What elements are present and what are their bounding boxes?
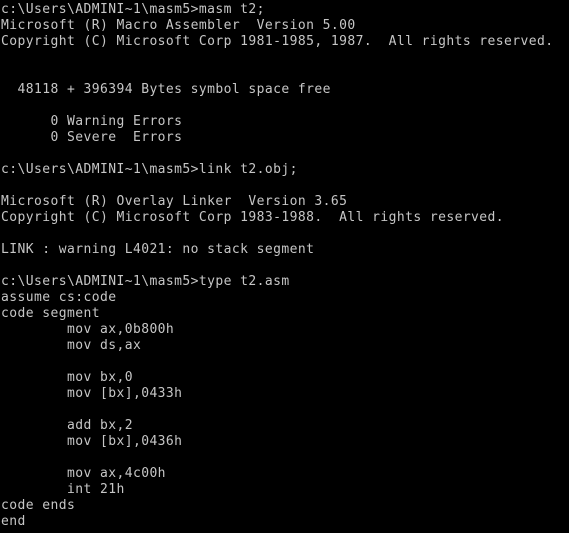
terminal-output-line: Microsoft (R) Overlay Linker Version 3.6… — [1, 194, 348, 209]
terminal-source-line: mov ax,4c00h — [1, 466, 166, 481]
terminal-output-line: Copyright (C) Microsoft Corp 1981-1985, … — [1, 34, 554, 49]
terminal-output-line: 0 Severe Errors — [1, 130, 183, 145]
console-output-area[interactable]: c:\Users\ADMINI~1\masm5>masm t2; Microsof… — [0, 0, 569, 530]
terminal-output-line: Copyright (C) Microsoft Corp 1983-1988. … — [1, 210, 505, 225]
terminal-prompt-line: c:\Users\ADMINI~1\masm5>masm t2; — [1, 2, 265, 17]
terminal-source-line: end — [1, 514, 26, 529]
terminal-source-line: mov bx,0 — [1, 370, 133, 385]
terminal-output-line: 0 Warning Errors — [1, 114, 183, 129]
terminal-source-line: mov [bx],0433h — [1, 386, 183, 401]
terminal-source-line: mov ds,ax — [1, 338, 142, 353]
terminal-source-line: int 21h — [1, 482, 125, 497]
terminal-source-line: code segment — [1, 306, 100, 321]
terminal-output-line: LINK : warning L4021: no stack segment — [1, 242, 315, 257]
terminal-prompt-line: c:\Users\ADMINI~1\masm5>link t2.obj; — [1, 162, 298, 177]
terminal-source-line: add bx,2 — [1, 418, 133, 433]
terminal-output-line: 48118 + 396394 Bytes symbol space free — [1, 82, 331, 97]
terminal-source-line: mov ax,0b800h — [1, 322, 175, 337]
terminal-source-line: mov [bx],0436h — [1, 434, 183, 449]
terminal-source-line: code ends — [1, 498, 76, 513]
terminal-output-line: Microsoft (R) Macro Assembler Version 5.… — [1, 18, 356, 33]
terminal-source-line: assume cs:code — [1, 290, 117, 305]
console-window[interactable]: c:\Users\ADMINI~1\masm5>masm t2; Microsof… — [0, 0, 569, 533]
terminal-prompt-line: c:\Users\ADMINI~1\masm5>type t2.asm — [1, 274, 290, 289]
